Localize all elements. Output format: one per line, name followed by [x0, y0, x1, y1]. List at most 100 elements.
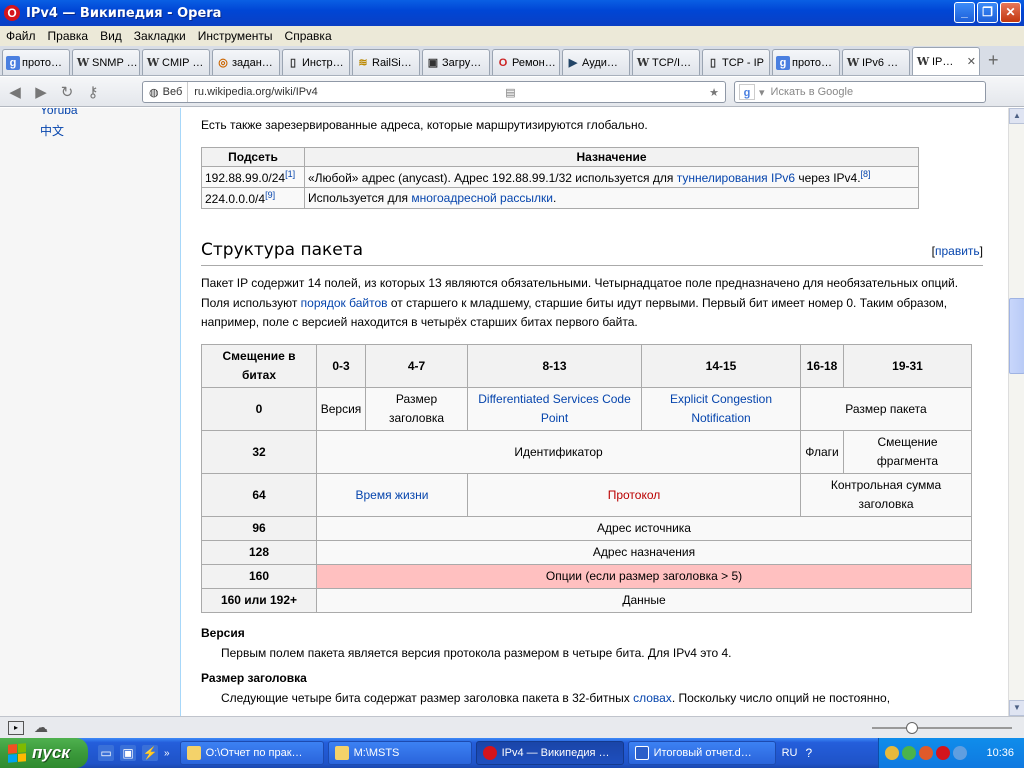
ecn-link[interactable]: Explicit Congestion Notification [641, 387, 801, 431]
lang-link-chinese[interactable]: 中文 [40, 122, 64, 139]
tab[interactable]: ▣ Загру… [422, 49, 490, 75]
scroll-down-icon[interactable]: ▼ [1009, 700, 1024, 716]
zoom-slider[interactable] [868, 722, 1018, 734]
monitor-icon[interactable]: ▣ [120, 745, 136, 761]
menu-file[interactable]: Файл [0, 29, 42, 43]
vertical-scrollbar[interactable]: ▲ ▼ [1008, 108, 1024, 716]
subnet-cell: 224.0.0.0/4[9] [201, 187, 305, 209]
table-header: 16-18 [800, 344, 844, 388]
scroll-up-icon[interactable]: ▲ [1009, 108, 1024, 124]
ref-link[interactable]: [1] [285, 169, 295, 179]
tab[interactable]: g прото… [772, 49, 840, 75]
google-search-icon[interactable]: g [739, 84, 755, 100]
table-header: 8-13 [467, 344, 642, 388]
search-placeholder: Искать в Google [770, 86, 854, 98]
network-icon[interactable] [953, 746, 967, 760]
version-description: Первым полем пакета является версия прот… [221, 646, 732, 660]
zoom-knob[interactable] [906, 722, 918, 734]
forward-icon[interactable]: ▶ [30, 83, 52, 101]
tab-active[interactable]: W IP… ✕ [912, 47, 980, 75]
tab[interactable]: ▯ TCP - IP [702, 49, 770, 75]
header-length-term: Размер заголовка [201, 671, 307, 685]
start-button[interactable]: пуск [0, 738, 88, 768]
app-icon[interactable]: ⚡ [142, 745, 158, 761]
ref-link[interactable]: [8] [861, 169, 871, 179]
header-length-cell: Размер заголовка [365, 387, 468, 431]
scroll-thumb[interactable] [1009, 298, 1024, 374]
words-link[interactable]: словах [633, 691, 672, 705]
opera-unite-icon[interactable]: ☁ [34, 719, 48, 736]
edit-link[interactable]: [править] [932, 244, 983, 258]
tray-icon[interactable] [902, 746, 916, 760]
word-icon [634, 746, 649, 760]
tab[interactable]: W TCP/I… [632, 49, 700, 75]
panel-toggle-icon[interactable]: ▸ [8, 720, 24, 735]
play-icon: ▶ [568, 56, 578, 69]
offset-cell: 0 [201, 387, 317, 431]
tab[interactable]: ≋ RailSi… [352, 49, 420, 75]
close-button[interactable]: ✕ [1000, 2, 1021, 23]
new-tab-icon[interactable]: + [988, 50, 999, 71]
ipv6-link[interactable]: IPv6 [771, 171, 795, 185]
ref-link[interactable]: [9] [265, 190, 275, 200]
close-tab-icon[interactable]: ✕ [967, 55, 976, 68]
tray-icon[interactable] [919, 746, 933, 760]
rss-icon[interactable]: ▤ [505, 86, 515, 99]
tab[interactable]: g прото… [2, 49, 70, 75]
multicast-link[interactable]: многоадресной рассылки [411, 191, 553, 205]
source-address-cell: Адрес источника [316, 516, 972, 541]
site-info[interactable]: ◍ Веб [143, 82, 189, 102]
chevron-icon[interactable]: » [164, 748, 170, 759]
search-field[interactable]: g ▾ Искать в Google [734, 81, 986, 103]
opera-icon [482, 746, 497, 760]
reload-icon[interactable]: ↻ [56, 83, 78, 101]
table-row: 64 Время жизни Протокол Контрольная сумм… [201, 473, 972, 517]
offset-cell: 160 [201, 564, 317, 589]
back-icon[interactable]: ◀ [4, 83, 26, 101]
search-dropdown-icon[interactable]: ▾ [759, 86, 765, 99]
menu-view[interactable]: Вид [94, 29, 128, 43]
offset-cell: 160 или 192+ [201, 588, 317, 613]
address-field[interactable]: ◍ Веб ru.wikipedia.org/wiki/IPv4 ▤ ★ [142, 81, 726, 103]
tab[interactable]: ▶ Ауди… [562, 49, 630, 75]
key-icon[interactable]: ⚷ [82, 83, 104, 101]
url-text[interactable]: ru.wikipedia.org/wiki/IPv4 [188, 86, 318, 98]
tab[interactable]: W CMIP … [142, 49, 210, 75]
tab[interactable]: ◎ задан… [212, 49, 280, 75]
taskbar-item[interactable]: Итоговый отчет.d… [627, 741, 776, 765]
tab[interactable]: O Ремон… [492, 49, 560, 75]
menu-help[interactable]: Справка [279, 29, 338, 43]
opera-tray-icon[interactable] [936, 746, 950, 760]
tray-icon[interactable] [885, 746, 899, 760]
language-indicator[interactable]: RU [782, 747, 798, 759]
tab[interactable]: W IPv6 … [842, 49, 910, 75]
minimize-button[interactable]: _ [954, 2, 975, 23]
tab[interactable]: W SNMP … [72, 49, 140, 75]
wikipedia-icon: W [636, 55, 650, 69]
taskbar-item[interactable]: M:\MSTS [327, 741, 472, 765]
show-desktop-icon[interactable]: ▭ [98, 745, 114, 761]
menu-tools[interactable]: Инструменты [192, 29, 279, 43]
site-icon: ◎ [218, 56, 228, 69]
wikipedia-icon: W [146, 55, 160, 69]
taskbar-item[interactable]: O:\Отчет по прак… [179, 741, 324, 765]
menu-edit[interactable]: Правка [42, 29, 95, 43]
google-icon: g [776, 55, 790, 70]
bookmark-star-icon[interactable]: ★ [709, 86, 719, 99]
lang-link-yoruba[interactable]: Yoruba [40, 108, 78, 117]
version-term: Версия [201, 626, 245, 640]
ttl-link[interactable]: Время жизни [316, 473, 468, 517]
tunneling-link[interactable]: туннелирования [677, 171, 768, 185]
maximize-button[interactable]: ❐ [977, 2, 998, 23]
quick-launch: ▭ ▣ ⚡ [98, 745, 158, 761]
help-icon[interactable]: ? [805, 746, 812, 760]
byte-order-link[interactable]: порядок байтов [301, 296, 388, 310]
wikipedia-icon: W [916, 54, 930, 68]
tab[interactable]: ▯ Инстр… [282, 49, 350, 75]
taskbar-item-active[interactable]: IPv4 — Википедия … [475, 741, 624, 765]
purpose-cell: Используется для многоадресной рассылки. [304, 187, 919, 209]
dscp-link[interactable]: Differentiated Services Code Point [467, 387, 642, 431]
system-tray: 10:36 [878, 738, 1024, 768]
protocol-link[interactable]: Протокол [467, 473, 801, 517]
menu-bookmarks[interactable]: Закладки [128, 29, 192, 43]
